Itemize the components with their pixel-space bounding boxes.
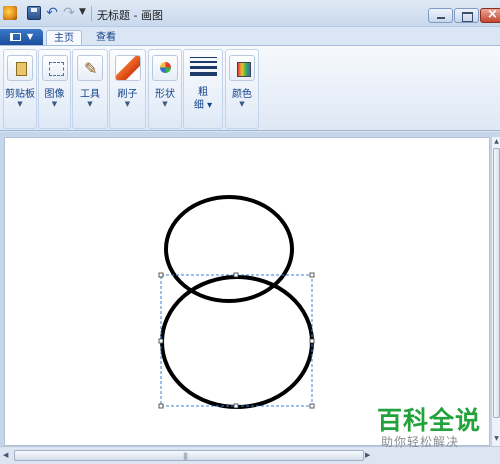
chevron-down-icon: ▼ <box>27 32 34 41</box>
tab-view[interactable]: 查看 <box>88 30 124 46</box>
tab-home[interactable]: 主页 <box>46 30 82 46</box>
brushes-group-button[interactable]: 刷子 ▼ <box>109 49 146 129</box>
vertical-scroll-thumb[interactable] <box>493 148 500 418</box>
clipboard-icon <box>7 55 33 81</box>
brush-icon <box>114 55 141 81</box>
lower-ellipse <box>160 275 314 409</box>
canvas-drawing <box>158 195 315 409</box>
tools-group-button[interactable]: 工具 ▼ <box>72 49 108 129</box>
save-icon[interactable] <box>27 6 41 20</box>
chevron-down-icon: ▼ <box>124 100 131 108</box>
chevron-down-icon: ▼ <box>51 100 58 108</box>
window-title: 无标题 - 画图 <box>97 9 163 22</box>
clipboard-group-button[interactable]: 剪贴板 ▼ <box>3 49 37 129</box>
tools-label: 工具 <box>80 89 100 100</box>
selection-handle[interactable] <box>158 272 164 278</box>
scroll-right-icon[interactable]: ▶ <box>365 451 370 459</box>
scroll-down-icon[interactable]: ▼ <box>493 435 500 443</box>
image-label: 图像 <box>44 89 65 100</box>
shapes-label: 形状 <box>155 89 175 100</box>
close-button[interactable] <box>480 7 500 23</box>
selection-handle[interactable] <box>158 403 164 409</box>
size-label-line2: 细 ▾ <box>193 100 213 111</box>
chevron-down-icon: ▼ <box>17 100 23 108</box>
select-image-icon <box>41 55 68 81</box>
scroll-grip-icon: ||| <box>183 452 188 460</box>
canvas-workspace: ▲ ▼ <box>0 132 500 446</box>
vertical-scrollbar[interactable]: ▲ ▼ <box>491 137 500 446</box>
paint-app-icon[interactable] <box>3 6 17 20</box>
colors-group-button[interactable]: 颜色 ▼ <box>225 49 259 129</box>
selection-handle[interactable] <box>309 338 315 344</box>
chevron-down-icon: ▼ <box>239 100 245 108</box>
title-separator <box>91 6 92 21</box>
selection-handle[interactable] <box>158 338 164 344</box>
menu-icon <box>10 33 21 41</box>
color-palette-icon <box>229 55 255 81</box>
colors-label: 颜色 <box>232 89 252 100</box>
drawing-canvas[interactable] <box>4 137 490 446</box>
chevron-down-icon: ▼ <box>87 100 93 108</box>
ribbon-panel: 剪贴板 ▼ 图像 ▼ 工具 ▼ 刷子 ▼ 形状 ▼ 粗 细 ▾ 颜色 ▼ <box>0 45 500 131</box>
selection-handle[interactable] <box>309 272 315 278</box>
scroll-left-icon[interactable]: ◀ <box>3 451 8 459</box>
clipboard-label: 剪贴板 <box>5 89 35 100</box>
watermark-title: 百科全说 <box>377 406 482 435</box>
undo-icon[interactable]: ↶ <box>44 5 60 21</box>
selection-handle[interactable] <box>309 403 315 409</box>
redo-icon[interactable]: ↷ <box>61 5 77 21</box>
shapes-group-button[interactable]: 形状 ▼ <box>148 49 182 129</box>
selection-handle[interactable] <box>233 272 239 278</box>
title-bar: ↶ ↷ ▼ 无标题 - 画图 <box>0 0 500 27</box>
selection-handle[interactable] <box>233 403 239 409</box>
ribbon-tab-row: ▼ 主页 查看 <box>0 27 500 46</box>
maximize-button[interactable] <box>454 8 479 23</box>
shapes-icon <box>152 55 178 81</box>
chevron-down-icon: ▼ <box>162 100 168 108</box>
horizontal-scroll-thumb[interactable] <box>14 450 364 461</box>
line-size-icon <box>190 57 217 79</box>
watermark-subtitle: 助你轻松解决 <box>381 435 460 449</box>
minimize-button[interactable] <box>428 8 453 23</box>
paint-menu-button[interactable]: ▼ <box>0 29 43 45</box>
brushes-label: 刷子 <box>117 89 138 100</box>
pencil-tools-icon <box>77 55 103 81</box>
quick-access-dropdown-icon[interactable]: ▼ <box>79 7 86 17</box>
image-group-button[interactable]: 图像 ▼ <box>38 49 71 129</box>
scroll-up-icon[interactable]: ▲ <box>493 138 500 146</box>
size-group-button[interactable]: 粗 细 ▾ <box>183 49 223 129</box>
